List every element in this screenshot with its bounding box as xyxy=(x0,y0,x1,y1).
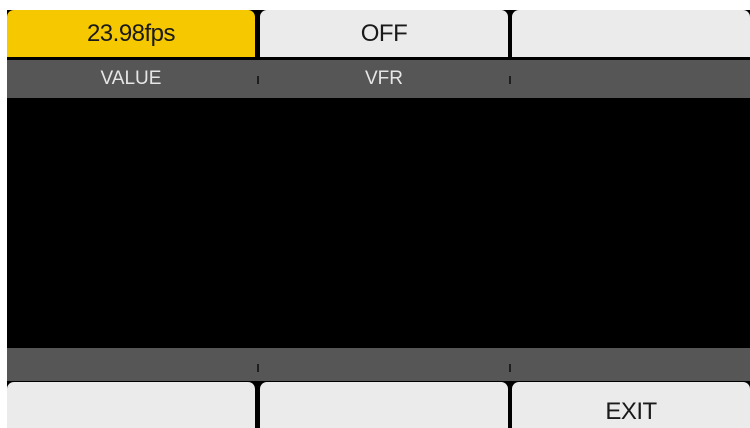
exit-button[interactable]: EXIT xyxy=(512,382,750,428)
vfr-label: VFR xyxy=(365,68,403,89)
top-label-bar: VALUE VFR xyxy=(7,60,750,98)
bottom-label-bar xyxy=(7,348,750,381)
value-label: VALUE xyxy=(100,68,162,89)
label-divider-tick xyxy=(509,364,511,372)
bottom-left-button[interactable] xyxy=(7,382,255,428)
menu-screen: 23.98fps OFF VALUE VFR EXIT xyxy=(7,10,750,428)
frame-rate-value-button[interactable]: 23.98fps xyxy=(7,10,255,57)
vfr-toggle-button[interactable]: OFF xyxy=(260,10,508,57)
content-area xyxy=(7,98,750,348)
bottom-middle-button[interactable] xyxy=(260,382,508,428)
label-divider-tick xyxy=(509,76,511,84)
top-right-button[interactable] xyxy=(512,10,750,57)
label-divider-tick xyxy=(257,364,259,372)
top-right-label xyxy=(512,60,750,98)
label-divider-tick xyxy=(257,76,259,84)
